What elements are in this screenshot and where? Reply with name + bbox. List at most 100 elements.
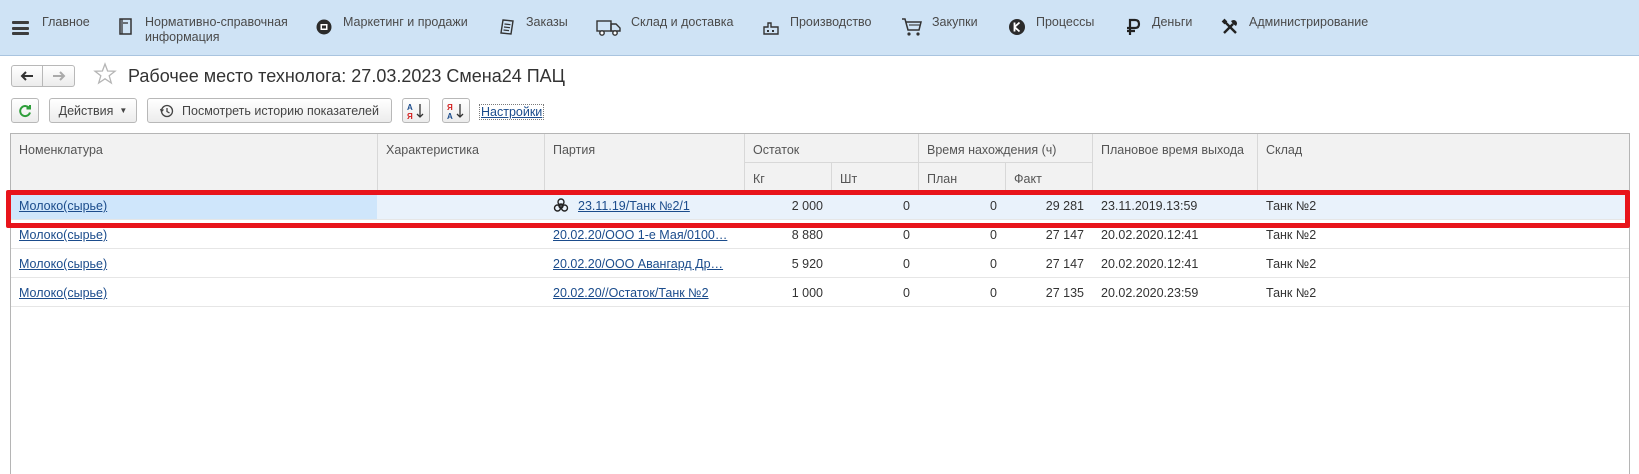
cell-planned-exit: 23.11.2019.13:59 — [1101, 199, 1198, 213]
menu-item-reference[interactable]: Нормативно-справочная информация — [115, 12, 288, 45]
menu-item-label: Деньги — [1152, 15, 1193, 29]
cell-time-plan: 0 — [990, 286, 997, 300]
col-balance-pcs[interactable]: Шт — [840, 172, 857, 186]
cell-balance-pcs: 0 — [903, 257, 910, 271]
cell-nomenclature[interactable]: Молоко(сырье) — [19, 286, 107, 300]
cell-batch[interactable]: 20.02.20//Остаток/Танк №2 — [553, 286, 709, 300]
table-row[interactable]: Молоко(сырье) 20.02.20/ООО Авангард Др… 5 … — [11, 249, 1629, 278]
cell-balance-kg: 5 920 — [791, 257, 823, 271]
forward-button[interactable] — [43, 65, 75, 87]
cell-time-plan: 0 — [990, 199, 997, 213]
refresh-button[interactable] — [11, 98, 39, 123]
sort-descending-button[interactable]: ЯА — [442, 98, 470, 123]
cell-time-plan: 0 — [990, 228, 997, 242]
col-planned-exit[interactable]: Плановое время выхода — [1101, 143, 1244, 157]
marketing-icon — [313, 16, 335, 38]
menu-item-orders[interactable]: Заказы — [496, 12, 568, 38]
menu-item-label: Производство — [790, 15, 872, 29]
ruble-icon — [1122, 16, 1144, 38]
cell-warehouse: Танк №2 — [1266, 257, 1317, 271]
col-characteristic[interactable]: Характеристика — [386, 143, 479, 157]
table-row[interactable]: Молоко(сырье) 20.02.20//Остаток/Танк №2 1 … — [11, 278, 1629, 307]
cell-balance-kg: 2 000 — [791, 199, 823, 213]
cell-planned-exit: 20.02.2020.12:41 — [1101, 257, 1199, 271]
cell-time-fact: 27 135 — [1045, 286, 1084, 300]
col-nomenclature[interactable]: Номенклатура — [19, 143, 103, 157]
menu-item-money[interactable]: Деньги — [1122, 12, 1192, 38]
cell-time-fact: 27 147 — [1045, 257, 1084, 271]
sort-ascending-button[interactable]: АЯ — [402, 98, 430, 123]
col-warehouse[interactable]: Склад — [1266, 143, 1302, 157]
cell-time-plan: 0 — [990, 257, 997, 271]
table-header: Номенклатура Характеристика Партия Остат… — [11, 134, 1629, 191]
menu-item-production[interactable]: Производство — [760, 12, 872, 38]
menu-item-label: Нормативно-справочная информация — [145, 15, 288, 44]
book-icon — [115, 16, 137, 38]
cell-nomenclature[interactable]: Молоко(сырье) — [19, 199, 107, 213]
menu-item-admin[interactable]: Администрирование — [1219, 12, 1368, 38]
cell-balance-kg: 8 880 — [791, 228, 823, 242]
cell-balance-pcs: 0 — [903, 286, 910, 300]
top-menu-bar: Главное Нормативно-справочная информация… — [0, 0, 1639, 56]
history-icon — [160, 104, 174, 117]
tools-icon — [1219, 16, 1241, 38]
col-time-plan[interactable]: План — [927, 172, 957, 186]
table-row[interactable]: Молоко(сырье) 20.02.20/ООО 1-е Мая/0100… 8… — [11, 220, 1629, 249]
factory-icon — [760, 16, 782, 38]
sort-ascending-icon: АЯ — [407, 103, 424, 120]
menu-item-marketing[interactable]: Маркетинг и продажи — [313, 12, 468, 38]
cell-time-fact: 27 147 — [1045, 228, 1084, 242]
arrow-right-icon — [52, 71, 65, 81]
settings-link[interactable]: Настройки — [479, 104, 545, 120]
svg-text:А: А — [407, 103, 413, 112]
processes-icon — [1006, 16, 1028, 38]
page-title: Рабочее место технолога: 27.03.2023 Смен… — [128, 66, 566, 86]
menu-item-main[interactable]: Главное — [42, 12, 90, 30]
menu-icon[interactable] — [12, 21, 29, 35]
menu-item-processes[interactable]: Процессы — [1006, 12, 1094, 38]
menu-item-label: Администрирование — [1249, 15, 1369, 29]
cell-batch[interactable]: 20.02.20/ООО 1-е Мая/0100… — [553, 228, 727, 242]
sort-descending-icon: ЯА — [447, 103, 464, 120]
col-batch[interactable]: Партия — [553, 143, 595, 157]
history-label: Посмотреть историю показателей — [182, 103, 379, 118]
svg-text:А: А — [447, 112, 453, 120]
cell-balance-kg: 1 000 — [791, 286, 823, 300]
cell-warehouse: Танк №2 — [1266, 199, 1317, 213]
cell-planned-exit: 20.02.2020.12:41 — [1101, 228, 1199, 242]
cell-batch[interactable]: 23.11.19/Танк №2/1 — [578, 199, 690, 213]
cell-nomenclature[interactable]: Молоко(сырье) — [19, 257, 107, 271]
menu-item-label: Заказы — [526, 15, 568, 29]
cell-time-fact: 29 281 — [1045, 199, 1084, 213]
menu-item-label: Маркетинг и продажи — [343, 15, 468, 29]
biohazard-icon — [553, 198, 569, 214]
data-table: Номенклатура Характеристика Партия Остат… — [10, 133, 1630, 474]
table-row[interactable]: Молоко(сырье) 23.11.19/Танк №2/1 2 000 0 0 29… — [11, 191, 1629, 220]
menu-item-warehouse[interactable]: Склад и доставка — [595, 12, 733, 38]
favorite-star-icon[interactable] — [93, 62, 117, 86]
truck-icon — [595, 16, 623, 38]
menu-item-label: Склад и доставка — [631, 15, 734, 29]
col-time-in: Время нахождения (ч) — [927, 143, 1057, 157]
cell-planned-exit: 20.02.2020.23:59 — [1101, 286, 1199, 300]
menu-item-label: Процессы — [1036, 15, 1095, 29]
cart-icon — [900, 16, 924, 38]
history-button[interactable]: Посмотреть историю показателей — [147, 98, 392, 123]
col-time-fact[interactable]: Факт — [1014, 172, 1042, 186]
svg-text:Я: Я — [447, 103, 453, 112]
cell-warehouse: Танк №2 — [1266, 286, 1317, 300]
cell-warehouse: Танк №2 — [1266, 228, 1317, 242]
cell-balance-pcs: 0 — [903, 228, 910, 242]
menu-item-label: Главное — [42, 15, 90, 29]
chevron-down-icon: ▼ — [119, 106, 128, 115]
menu-item-purchases[interactable]: Закупки — [900, 12, 978, 38]
back-button[interactable] — [11, 65, 43, 87]
orders-icon — [496, 16, 518, 38]
menu-item-label: Закупки — [932, 15, 978, 29]
cell-batch[interactable]: 20.02.20/ООО Авангард Др… — [553, 257, 723, 271]
svg-text:Я: Я — [407, 112, 413, 120]
actions-dropdown[interactable]: Действия ▼ — [49, 98, 137, 123]
arrow-left-icon — [20, 71, 33, 81]
cell-nomenclature[interactable]: Молоко(сырье) — [19, 228, 107, 242]
col-balance-kg[interactable]: Кг — [753, 172, 765, 186]
